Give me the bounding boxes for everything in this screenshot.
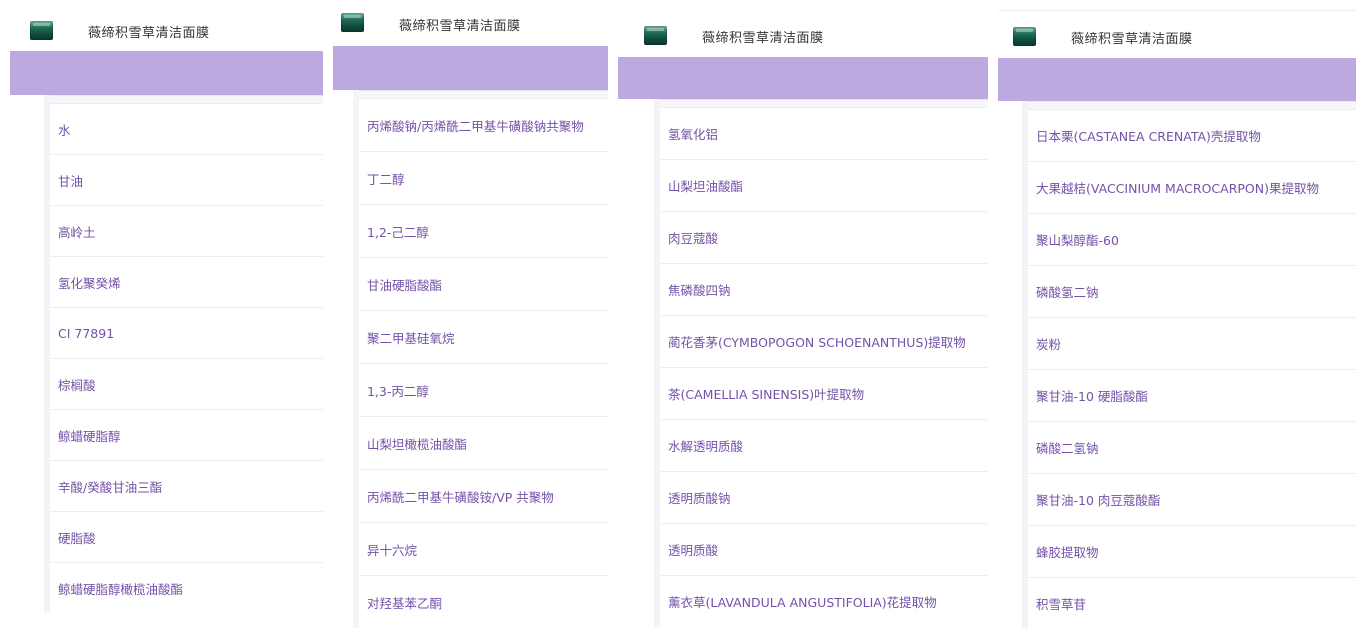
ingredient-item: 棕榈酸	[50, 358, 323, 409]
ingredient-list: 水 甘油 高岭土 氢化聚癸烯 CI 77891 棕榈酸 鲸蜡硬脂醇 辛酸/癸酸甘…	[44, 95, 323, 613]
list-spacer	[1028, 101, 1356, 109]
list-spacer	[50, 95, 323, 103]
list-spacer	[359, 90, 608, 98]
header-band	[998, 58, 1356, 101]
ingredient-item: 山梨坦橄榄油酸酯	[359, 416, 608, 469]
ingredient-panel-2: 薇缔积雪草清洁面膜 丙烯酸钠/丙烯酰二甲基牛磺酸钠共聚物 丁二醇 1,2-己二醇…	[333, 0, 608, 631]
ingredient-item: 透明质酸	[660, 523, 988, 575]
ingredient-item: 高岭土	[50, 205, 323, 256]
ingredient-item: 丙烯酰二甲基牛磺酸铵/VP 共聚物	[359, 469, 608, 522]
ingredient-item: 日本栗(CASTANEA CRENATA)壳提取物	[1028, 109, 1356, 161]
ingredient-item: 山梨坦油酸酯	[660, 159, 988, 211]
ingredient-item: 1,2-己二醇	[359, 204, 608, 257]
ingredient-item: 蜂胶提取物	[1028, 525, 1356, 577]
ingredient-item: 聚甘油-10 肉豆蔻酸酯	[1028, 473, 1356, 525]
ingredient-item: 大果越桔(VACCINIUM MACROCARPON)果提取物	[1028, 161, 1356, 213]
ingredient-item: 硬脂酸	[50, 511, 323, 562]
ingredient-item: 聚二甲基硅氧烷	[359, 310, 608, 363]
ingredient-item: 水解透明质酸	[660, 419, 988, 471]
header-band	[10, 51, 323, 95]
ingredient-item: 氢氧化铝	[660, 107, 988, 159]
ingredient-panel-4: 薇缔积雪草清洁面膜 日本栗(CASTANEA CRENATA)壳提取物 大果越桔…	[998, 0, 1356, 631]
ingredient-item: 炭粉	[1028, 317, 1356, 369]
ingredient-item: 茶(CAMELLIA SINENSIS)叶提取物	[660, 367, 988, 419]
product-title: 薇缔积雪草清洁面膜	[1071, 32, 1193, 47]
ingredient-item: 鲸蜡硬脂醇橄榄油酸酯	[50, 562, 323, 613]
product-jar-icon	[644, 26, 667, 45]
ingredient-item: 丙烯酸钠/丙烯酰二甲基牛磺酸钠共聚物	[359, 98, 608, 151]
ingredient-item: 辛酸/癸酸甘油三酯	[50, 460, 323, 511]
product-jar-icon	[30, 21, 53, 40]
ingredient-item: 聚甘油-10 硬脂酸酯	[1028, 369, 1356, 421]
ingredient-item: CI 77891	[50, 307, 323, 358]
product-jar-icon	[1013, 27, 1036, 46]
ingredient-list: 氢氧化铝 山梨坦油酸酯 肉豆蔻酸 焦磷酸四钠 蔺花香茅(CYMBOPOGON S…	[654, 99, 988, 627]
ingredient-item: 积雪草苷	[1028, 577, 1356, 629]
ingredient-item: 透明质酸钠	[660, 471, 988, 523]
ingredient-item: 焦磷酸四钠	[660, 263, 988, 315]
ingredient-item: 氢化聚癸烯	[50, 256, 323, 307]
ingredient-item: 磷酸二氢钠	[1028, 421, 1356, 473]
ingredient-item: 蔺花香茅(CYMBOPOGON SCHOENANTHUS)提取物	[660, 315, 988, 367]
ingredient-item: 鲸蜡硬脂醇	[50, 409, 323, 460]
ingredient-list: 丙烯酸钠/丙烯酰二甲基牛磺酸钠共聚物 丁二醇 1,2-己二醇 甘油硬脂酸酯 聚二…	[353, 90, 608, 628]
ingredient-item: 甘油	[50, 154, 323, 205]
header-band	[333, 46, 608, 90]
ingredient-panel-1: 薇缔积雪草清洁面膜 水 甘油 高岭土 氢化聚癸烯 CI 77891 棕榈酸 鲸蜡…	[10, 0, 323, 631]
ingredient-item: 丁二醇	[359, 151, 608, 204]
product-title: 薇缔积雪草清洁面膜	[88, 26, 210, 41]
ingredient-item: 对羟基苯乙酮	[359, 575, 608, 628]
ingredient-item: 甘油硬脂酸酯	[359, 257, 608, 310]
ingredient-item: 1,3-丙二醇	[359, 363, 608, 416]
list-spacer	[660, 99, 988, 107]
ingredient-panel-3: 薇缔积雪草清洁面膜 氢氧化铝 山梨坦油酸酯 肉豆蔻酸 焦磷酸四钠 蔺花香茅(CY…	[618, 0, 988, 631]
ingredient-list: 日本栗(CASTANEA CRENATA)壳提取物 大果越桔(VACCINIUM…	[1022, 101, 1356, 629]
ingredient-item: 肉豆蔻酸	[660, 211, 988, 263]
product-jar-icon	[341, 13, 364, 32]
product-title: 薇缔积雪草清洁面膜	[399, 19, 521, 34]
ingredient-item: 聚山梨醇酯-60	[1028, 213, 1356, 265]
ingredient-item: 磷酸氢二钠	[1028, 265, 1356, 317]
ingredient-item: 异十六烷	[359, 522, 608, 575]
product-title: 薇缔积雪草清洁面膜	[702, 31, 824, 46]
ingredient-item: 水	[50, 103, 323, 154]
ingredient-item: 薰衣草(LAVANDULA ANGUSTIFOLIA)花提取物	[660, 575, 988, 627]
top-divider	[998, 10, 1356, 11]
header-band	[618, 57, 988, 99]
